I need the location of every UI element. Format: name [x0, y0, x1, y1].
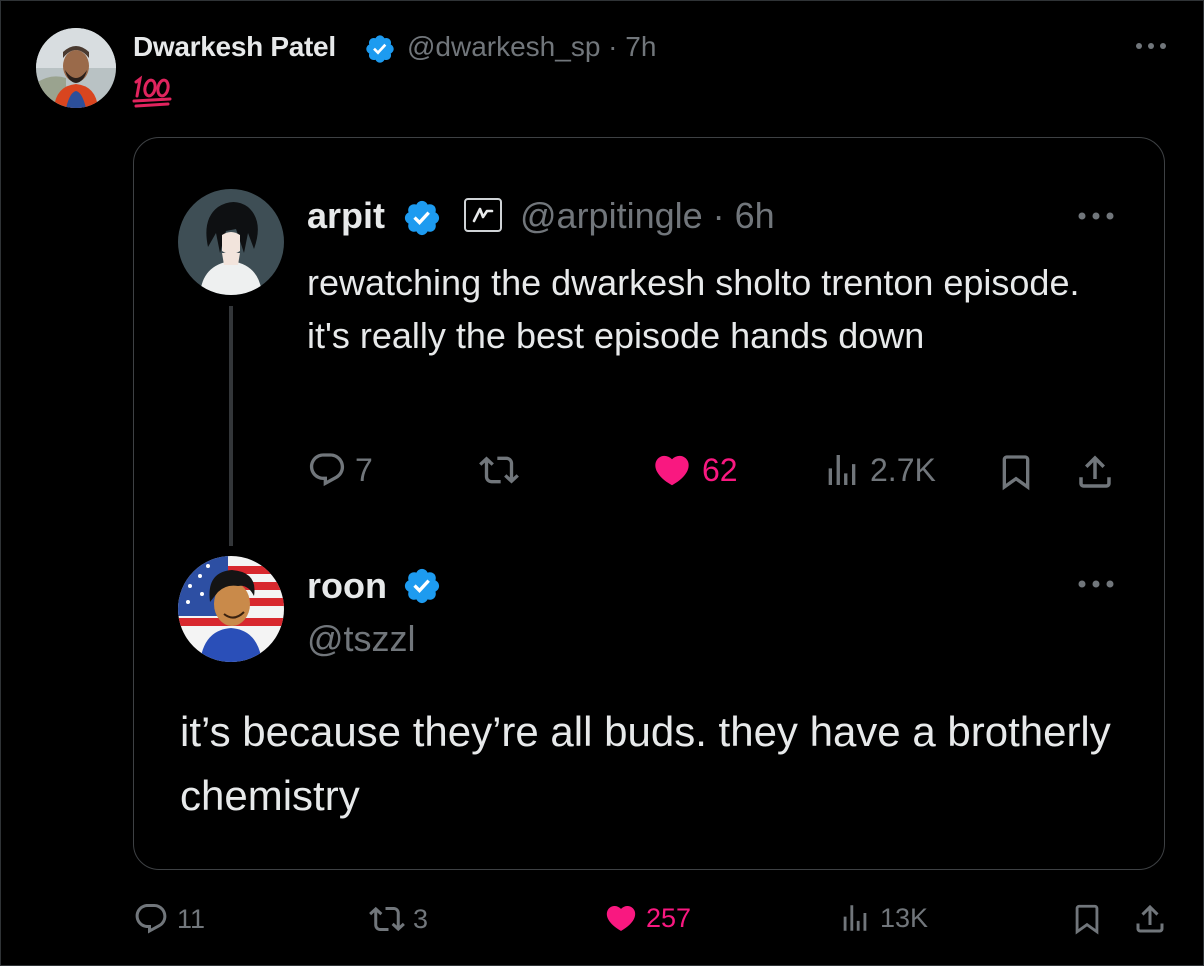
repost-button[interactable]: 3 — [369, 901, 428, 937]
repost-button[interactable] — [478, 450, 520, 490]
author-name[interactable]: roon — [307, 565, 387, 607]
author-handle-time[interactable]: @arpitingle · 6h — [520, 195, 775, 237]
verified-badge-icon[interactable] — [402, 198, 442, 238]
views-icon — [843, 905, 867, 931]
tweet-text: it’s because they’re all buds. they have… — [180, 708, 1111, 819]
views-count: 2.7K — [870, 451, 936, 488]
share-button[interactable] — [1074, 450, 1116, 494]
avatar[interactable] — [178, 556, 284, 662]
views-button[interactable]: 13K — [838, 901, 928, 935]
reply-count: 11 — [177, 903, 206, 934]
more-icon[interactable] — [1075, 206, 1117, 226]
bookmark-button[interactable] — [1070, 900, 1104, 938]
affiliate-icon[interactable] — [463, 197, 503, 233]
share-icon — [1079, 455, 1111, 488]
share-button[interactable] — [1132, 900, 1168, 938]
like-count: 62 — [702, 451, 738, 488]
verified-badge-icon[interactable] — [402, 566, 442, 606]
author-name[interactable]: arpit — [307, 195, 385, 237]
avatar[interactable] — [36, 28, 116, 108]
views-count: 13K — [880, 902, 929, 933]
reply-count: 7 — [355, 451, 373, 488]
like-button[interactable]: 257 — [604, 901, 691, 935]
reply-button[interactable]: 7 — [307, 450, 373, 490]
thread-connector — [229, 306, 233, 546]
avatar[interactable] — [178, 189, 284, 295]
like-icon — [606, 905, 636, 931]
views-button[interactable]: 2.7K — [822, 450, 936, 490]
author-handle[interactable]: @tszzl — [307, 618, 416, 660]
repost-icon — [479, 456, 519, 484]
bookmark-icon — [1075, 904, 1099, 935]
reply-button[interactable]: 11 — [133, 901, 205, 937]
bookmark-icon — [1002, 455, 1030, 491]
tweet-text: rewatching the dwarkesh sholto trenton e… — [307, 262, 1080, 356]
like-button[interactable]: 62 — [650, 450, 738, 490]
like-count: 257 — [646, 902, 692, 933]
views-icon — [828, 455, 856, 485]
author-name[interactable]: Dwarkesh Patel — [133, 31, 336, 63]
author-handle-time[interactable]: @dwarkesh_sp · 7h — [407, 31, 656, 63]
like-icon — [655, 455, 689, 486]
share-icon — [1136, 904, 1164, 933]
more-icon[interactable] — [1075, 574, 1117, 594]
reply-icon — [135, 904, 167, 934]
reply-icon — [309, 453, 345, 487]
more-icon[interactable] — [1133, 36, 1169, 56]
verified-badge-icon[interactable] — [364, 33, 396, 65]
bookmark-button[interactable] — [996, 450, 1036, 494]
repost-count: 3 — [413, 903, 429, 934]
repost-icon — [369, 906, 405, 932]
100-emoji — [132, 75, 172, 108]
